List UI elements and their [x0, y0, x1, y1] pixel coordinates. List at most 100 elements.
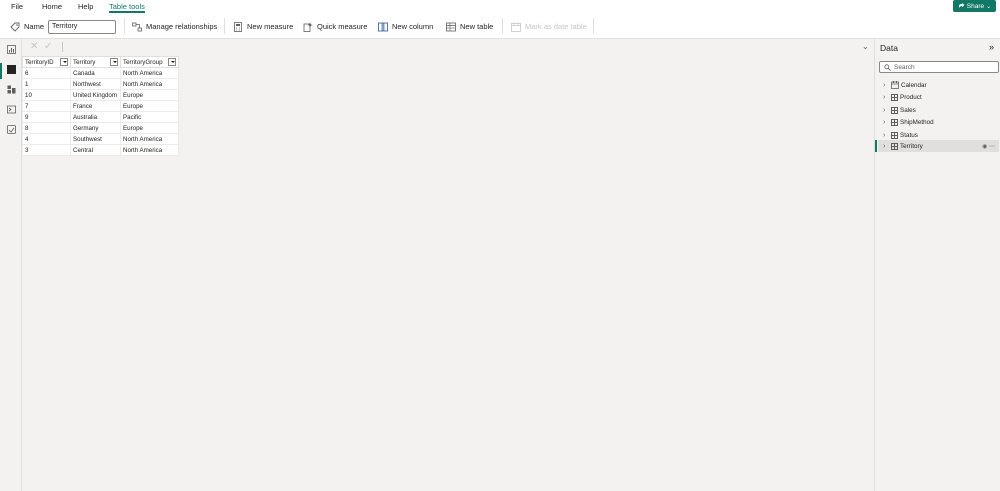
table-item-label: Calendar: [901, 81, 927, 89]
cell[interactable]: 3: [22, 144, 71, 156]
model-view-icon: [7, 85, 15, 93]
search-icon: [884, 63, 891, 71]
more-options-icon[interactable]: ◉ ⋯: [982, 143, 995, 150]
table-item-product[interactable]: › Product: [878, 92, 999, 104]
table-icon: [891, 119, 898, 126]
collapse-pane-icon[interactable]: »: [989, 42, 994, 52]
table-row: 4 Southwest North America: [22, 133, 179, 145]
new-table-label: New table: [460, 22, 494, 31]
check-icon[interactable]: ✓: [44, 41, 52, 52]
cell[interactable]: Australia: [70, 111, 121, 123]
cell[interactable]: 8: [22, 122, 71, 134]
cell[interactable]: North America: [120, 133, 179, 145]
table-row: 10 United Kingdom Europe: [22, 89, 179, 101]
column-filter-dropdown-icon[interactable]: [168, 58, 176, 66]
chevron-right-icon[interactable]: ›: [883, 132, 889, 139]
report-view-button[interactable]: [5, 43, 17, 55]
table-item-territory[interactable]: › Territory ◉ ⋯: [878, 140, 999, 152]
table-icon: [891, 131, 898, 139]
column-header-label: Territory: [73, 58, 96, 66]
cell[interactable]: 9: [22, 111, 71, 123]
new-column-icon: [378, 22, 388, 31]
new-column-button[interactable]: New column: [378, 20, 433, 33]
cell[interactable]: Germany: [70, 122, 121, 134]
new-measure-button[interactable]: New measure: [233, 20, 293, 33]
name-input[interactable]: Territory: [48, 19, 117, 34]
column-filter-dropdown-icon[interactable]: [60, 58, 68, 66]
table-item-calendar[interactable]: › Calendar: [878, 79, 999, 91]
name-group: Name Territory: [10, 19, 117, 34]
cell[interactable]: 10: [22, 89, 71, 101]
chevron-down-icon: ⌄: [986, 3, 992, 10]
cell[interactable]: North America: [120, 144, 179, 156]
menu-home[interactable]: Home: [42, 2, 62, 11]
cell[interactable]: United Kingdom: [70, 89, 121, 101]
column-header-territorygroup[interactable]: TerritoryGroup: [120, 56, 179, 68]
cell[interactable]: Canada: [70, 67, 121, 79]
cell[interactable]: 7: [22, 100, 71, 112]
cell[interactable]: Northwest: [70, 78, 121, 90]
data-pane: Data » Search › Calendar › Product › Sal…: [874, 39, 1000, 491]
share-icon: [958, 3, 965, 8]
column-header-label: TerritoryID: [25, 58, 54, 66]
quick-measure-button[interactable]: Quick measure: [303, 20, 367, 33]
table-row: 7 France Europe: [22, 100, 179, 112]
cell[interactable]: Europe: [120, 122, 179, 134]
active-view-indicator: [0, 63, 2, 79]
cell[interactable]: North America: [120, 67, 179, 79]
mark-as-date-table-button[interactable]: Mark as date table: [511, 20, 587, 33]
menu-table-tools[interactable]: Table tools: [109, 2, 145, 11]
cell[interactable]: 1: [22, 78, 71, 90]
dax-query-icon: [6, 105, 16, 113]
table-item-label: Status: [900, 131, 918, 139]
menu-help[interactable]: Help: [78, 2, 93, 11]
formula-divider: [62, 42, 63, 52]
column-header-territory[interactable]: Territory: [70, 56, 121, 68]
column-header-territoryid[interactable]: TerritoryID: [22, 56, 71, 68]
table-item-label: Sales: [900, 106, 916, 114]
cell[interactable]: France: [70, 100, 121, 112]
table-item-sales[interactable]: › Sales: [878, 104, 999, 116]
menu-bar: File Home Help Table tools Share ⌄: [0, 0, 1000, 13]
dax-query-view-button[interactable]: [5, 103, 17, 115]
cell[interactable]: Europe: [120, 89, 179, 101]
cell[interactable]: 6: [22, 67, 71, 79]
cell[interactable]: Southwest: [70, 133, 121, 145]
cell[interactable]: 4: [22, 133, 71, 145]
table-view-button[interactable]: [5, 63, 17, 75]
name-input-value: Territory: [52, 23, 78, 30]
view-rail: [0, 39, 22, 491]
expand-formula-chevron-icon[interactable]: ⌄: [862, 42, 869, 51]
table-row: 8 Germany Europe: [22, 122, 179, 134]
calendar-table-icon: [891, 81, 899, 89]
model-view-button[interactable]: [5, 83, 17, 95]
menu-file[interactable]: File: [11, 2, 23, 11]
table-icon: [891, 94, 898, 101]
name-label: Name: [24, 22, 45, 31]
search-input[interactable]: Search: [879, 61, 999, 73]
cell[interactable]: North America: [120, 78, 179, 90]
cell[interactable]: Central: [70, 144, 121, 156]
share-button[interactable]: Share ⌄: [953, 0, 996, 12]
tag-icon: [10, 22, 20, 32]
cell[interactable]: Europe: [120, 100, 179, 112]
manage-relationships-button[interactable]: Manage relationships: [132, 20, 217, 33]
quick-measure-icon: [303, 22, 313, 32]
manage-relationships-label: Manage relationships: [146, 22, 218, 31]
new-table-button[interactable]: New table: [446, 20, 493, 33]
chevron-right-icon[interactable]: ›: [883, 107, 889, 114]
cell[interactable]: Pacific: [120, 111, 179, 123]
data-pane-title: Data: [880, 43, 898, 53]
search-placeholder: Search: [894, 63, 915, 71]
chevron-right-icon[interactable]: ›: [883, 143, 889, 150]
chevron-right-icon[interactable]: ›: [883, 119, 889, 126]
table-item-shipmethod[interactable]: › ShipMethod: [878, 117, 999, 129]
selected-item-indicator: [875, 140, 877, 152]
close-icon[interactable]: ✕: [30, 41, 38, 52]
new-column-label: New column: [392, 22, 434, 31]
column-filter-dropdown-icon[interactable]: [110, 58, 118, 66]
chevron-right-icon[interactable]: ›: [883, 94, 889, 101]
tmdl-view-button[interactable]: [5, 123, 17, 135]
chevron-right-icon[interactable]: ›: [883, 82, 889, 89]
column-header-label: TerritoryGroup: [123, 58, 163, 66]
